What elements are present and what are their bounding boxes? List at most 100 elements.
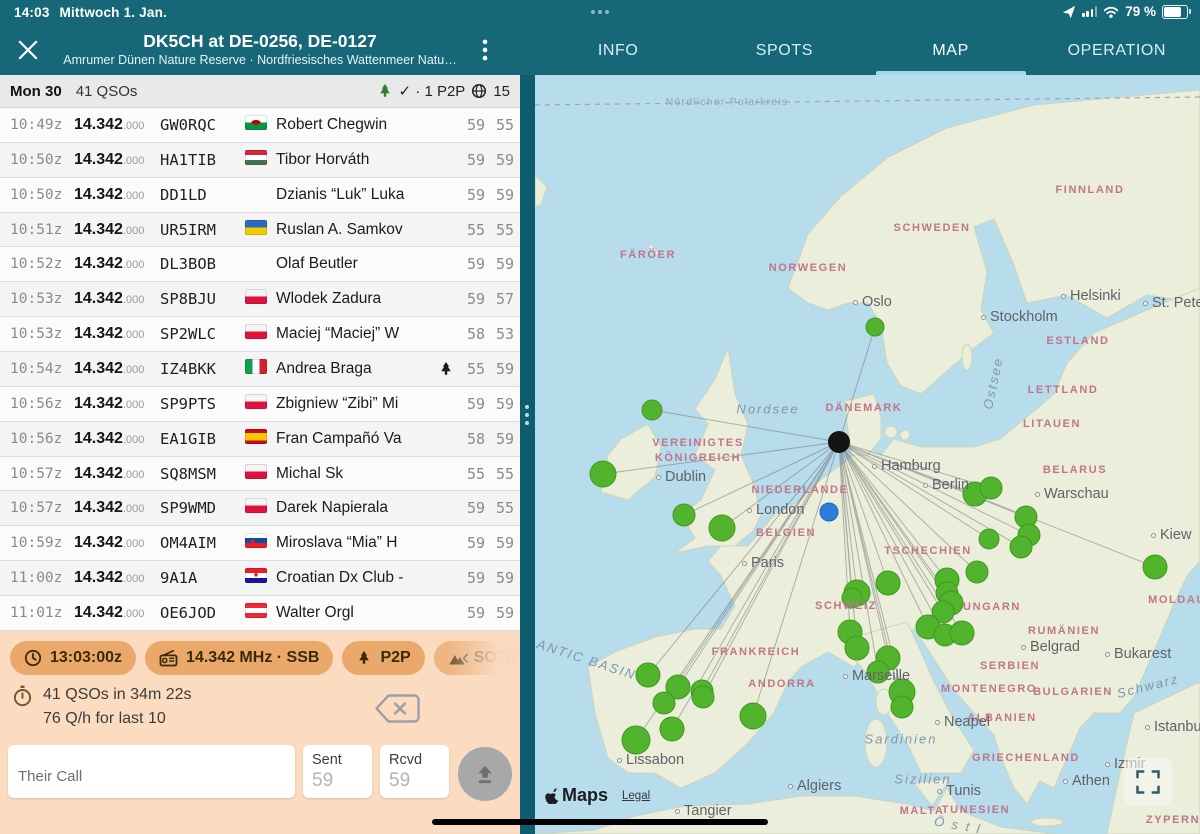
tab-spots[interactable]: SPOTS: [701, 26, 867, 75]
qso-flag: [245, 603, 276, 623]
fullscreen-icon[interactable]: [1124, 758, 1172, 806]
chip-14-342-mhz-ssb[interactable]: 14.342 MHz · SSB: [145, 641, 333, 675]
table-row[interactable]: 10:56z14.342.000SP9PTSZbigniew “Zibi” Mi…: [0, 387, 520, 422]
table-row[interactable]: 10:53z14.342.000SP2WLCMaciej “Maciej” W5…: [0, 317, 520, 352]
rcvd-field[interactable]: Rcvd 59: [380, 745, 449, 798]
qso-station-dot[interactable]: [590, 461, 616, 487]
qso-station-dot[interactable]: [642, 400, 662, 420]
qso-station-dot[interactable]: [740, 703, 766, 729]
panel-divider[interactable]: [520, 75, 535, 834]
qso-station-dot[interactable]: [673, 504, 695, 526]
app-screen: 14:03Mittwoch 1. Jan. 79 % DK5CH at DE-0…: [0, 0, 1200, 834]
chip-sota[interactable]: SOTA: [434, 641, 520, 675]
close-icon[interactable]: [18, 40, 38, 60]
sent-field[interactable]: Sent 59: [303, 745, 372, 798]
qso-station-dot[interactable]: [1143, 555, 1167, 579]
map-view[interactable]: Nördlicher PolarkreisFÄRÖERNORWEGENSCHWE…: [535, 75, 1200, 834]
croatia-flag-icon: [245, 568, 267, 583]
table-row[interactable]: 10:57z14.342.000SP9WMDDarek Napierala595…: [0, 491, 520, 526]
qso-callsign: SQ8MSM: [160, 465, 245, 483]
qso-station-dot[interactable]: [876, 571, 900, 595]
qso-callsign: SP9WMD: [160, 499, 245, 517]
qso-callsign: GW0RQC: [160, 116, 245, 134]
table-row[interactable]: 10:52z14.342.000DL3BOBOlaf Beutler5959: [0, 247, 520, 282]
qso-time: 10:56z: [10, 431, 74, 447]
home-indicator[interactable]: [432, 819, 768, 825]
table-row[interactable]: 10:57z14.342.000SQ8MSMMichal Sk5555: [0, 457, 520, 492]
chip-p2p[interactable]: P2P: [342, 641, 424, 675]
qso-station-dot[interactable]: [966, 561, 988, 583]
qso-station-dot[interactable]: [845, 636, 869, 660]
spot-dot-blue[interactable]: [820, 503, 838, 521]
multitask-dots-icon[interactable]: [591, 10, 609, 14]
qso-station-dot[interactable]: [842, 588, 862, 608]
qso-station-dot[interactable]: [1010, 536, 1032, 558]
table-row[interactable]: 10:51z14.342.000UR5IRMRuslan A. Samkov55…: [0, 213, 520, 248]
qso-flag: [245, 533, 276, 553]
qso-station-dot[interactable]: [692, 686, 714, 708]
qso-station-dot[interactable]: [950, 621, 974, 645]
table-row[interactable]: 10:49z14.342.000GW0RQCRobert Chegwin5955: [0, 108, 520, 143]
status-time: 14:03: [14, 5, 50, 20]
table-row[interactable]: 10:54z14.342.000IZ4BKKAndrea Braga5559: [0, 352, 520, 387]
qso-rst-rcvd: 55: [485, 499, 514, 517]
entry-fields: Sent 59 Rcvd 59: [8, 745, 512, 798]
qso-name: Wlodek Zadura: [276, 290, 436, 308]
log-qso-button[interactable]: [458, 747, 512, 801]
qso-name: Dzianis “Luk” Luka: [276, 186, 436, 204]
rcvd-label: Rcvd: [389, 752, 449, 768]
qso-flag: [245, 150, 276, 170]
qso-frequency: 14.342.000: [74, 499, 160, 517]
qso-station-dot[interactable]: [891, 696, 913, 718]
tab-info[interactable]: INFO: [535, 26, 701, 75]
table-row[interactable]: 10:56z14.342.000EA1GIBFran Campañó Va585…: [0, 422, 520, 457]
qso-rst-sent: 59: [456, 499, 485, 517]
qso-rst-sent: 58: [456, 430, 485, 448]
qso-rst-rcvd: 59: [485, 430, 514, 448]
legal-link[interactable]: Legal: [622, 790, 650, 802]
backspace-icon[interactable]: [374, 693, 420, 724]
qso-station-dot[interactable]: [980, 477, 1002, 499]
qso-rst-rcvd: 57: [485, 290, 514, 308]
table-row[interactable]: 10:50z14.342.000DD1LDDzianis “Luk” Luka5…: [0, 178, 520, 213]
table-row[interactable]: 11:00z14.342.0009A1ACroatian Dx Club -59…: [0, 561, 520, 596]
table-row[interactable]: 10:59z14.342.000OM4AIMMiroslava “Mia” H5…: [0, 526, 520, 561]
location-arrow-icon: [1062, 5, 1076, 19]
qso-flag: [245, 359, 276, 379]
qso-station-dot[interactable]: [867, 661, 889, 683]
chip-13-03-00z[interactable]: 13:03:00z: [10, 641, 136, 675]
qso-time: 11:00z: [10, 570, 74, 586]
tab-map[interactable]: MAP: [868, 26, 1034, 75]
qso-name: Walter Orgl: [276, 604, 436, 622]
qso-station-dot[interactable]: [660, 717, 684, 741]
status-time-date: 14:03Mittwoch 1. Jan.: [14, 5, 167, 20]
qso-name: Michal Sk: [276, 465, 436, 483]
qso-station-dot[interactable]: [636, 663, 660, 687]
tab-operation[interactable]: OPERATION: [1034, 26, 1200, 75]
page-title: DK5CH at DE-0256, DE-0127: [55, 30, 465, 52]
qso-rst-sent: 59: [456, 186, 485, 204]
qso-rst-sent: 55: [456, 465, 485, 483]
app-header: DK5CH at DE-0256, DE-0127 Amrumer Dünen …: [0, 26, 1200, 75]
qso-name: Croatian Dx Club -: [276, 569, 436, 587]
qso-callsign: OM4AIM: [160, 534, 245, 552]
qso-flag: [245, 394, 276, 414]
their-call-input[interactable]: [8, 745, 295, 798]
poland-flag-icon: [245, 464, 267, 479]
wales-flag-icon: [245, 115, 267, 130]
qso-station-dot[interactable]: [622, 726, 650, 754]
qso-time: 10:59z: [10, 535, 74, 551]
table-row[interactable]: 10:50z14.342.000HA1TIBTibor Horváth5959: [0, 143, 520, 178]
qso-time: 10:57z: [10, 500, 74, 516]
table-row[interactable]: 11:01z14.342.000OE6JODWalter Orgl5959: [0, 596, 520, 631]
qso-callsign: OE6JOD: [160, 604, 245, 622]
qso-station-dot[interactable]: [653, 692, 675, 714]
more-menu-icon[interactable]: [482, 39, 494, 61]
qso-station-dot[interactable]: [709, 515, 735, 541]
operator-location-dot[interactable]: [828, 431, 850, 453]
qso-rst-rcvd: 59: [485, 534, 514, 552]
table-row[interactable]: 10:53z14.342.000SP8BJUWlodek Zadura5957: [0, 282, 520, 317]
qso-station-dot[interactable]: [866, 318, 884, 336]
qso-name: Miroslava “Mia” H: [276, 534, 436, 552]
qso-station-dot[interactable]: [979, 529, 999, 549]
